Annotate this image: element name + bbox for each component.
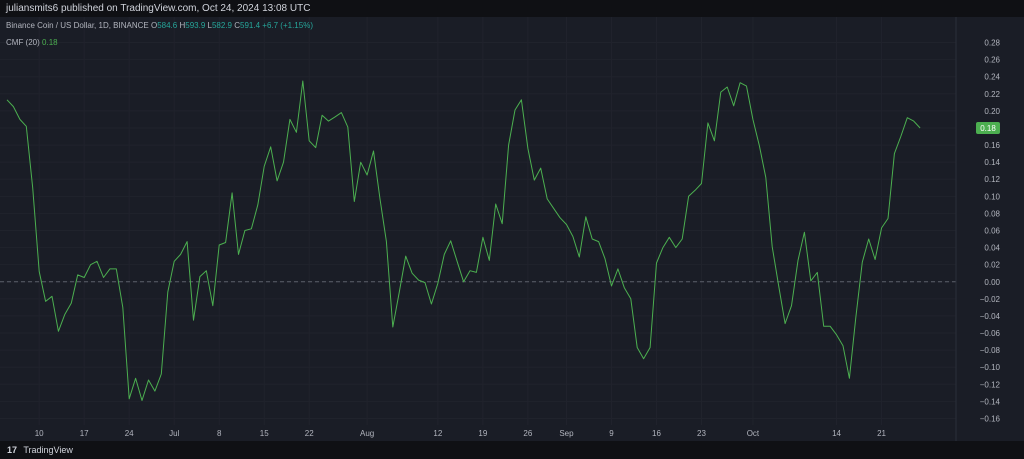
time-axis[interactable]: 10 17 24 Jul 8 15 22 Aug 12 19 26 Sep 9 16 23 Oct 14 21: [35, 429, 887, 438]
brand-name: TradingView: [23, 445, 73, 455]
x-tick-label: 12: [433, 429, 442, 438]
y-tick-label: 0.22: [984, 90, 1000, 99]
y-tick-label: 0.16: [984, 141, 1000, 150]
x-tick-label: 16: [652, 429, 661, 438]
y-tick-label: −0.08: [980, 346, 1001, 355]
indicator-legend[interactable]: CMF (20) 0.18: [6, 38, 58, 47]
low-value: 582.9: [211, 21, 232, 30]
x-tick-label: 10: [35, 429, 44, 438]
symbol-legend[interactable]: Binance Coin / US Dollar, 1D, BINANCE O5…: [6, 21, 313, 30]
x-tick-label: 9: [609, 429, 614, 438]
y-tick-label: 0.08: [984, 209, 1000, 218]
x-tick-label: Aug: [360, 429, 374, 438]
price-axis[interactable]: 0.28 0.26 0.24 0.22 0.20 0.18 0.16 0.14 0.12 0.10…: [980, 39, 1001, 424]
y-tick-label: 0.26: [984, 56, 1000, 65]
y-tick-label: −0.06: [980, 329, 1001, 338]
x-tick-label: 22: [305, 429, 314, 438]
high-value: 593.9: [185, 21, 206, 30]
x-tick-label: 23: [697, 429, 706, 438]
x-tick-label: 24: [125, 429, 134, 438]
cmf-chart[interactable]: 0.28 0.26 0.24 0.22 0.20 0.18 0.16 0.14 0.12 0.10…: [0, 17, 1024, 441]
publish-bar: juliansmits6 published on TradingView.co…: [0, 0, 1024, 17]
y-tick-label: −0.16: [980, 414, 1001, 423]
x-tick-label: Sep: [559, 429, 574, 438]
y-tick-label: −0.02: [980, 295, 1001, 304]
y-tick-label: −0.04: [980, 312, 1001, 321]
x-tick-label: 26: [523, 429, 532, 438]
footer: 17 TradingView: [0, 441, 1024, 459]
y-tick-label: 0.28: [984, 39, 1000, 48]
y-tick-label: 0.24: [984, 73, 1000, 82]
y-tick-label: 0.02: [984, 261, 1000, 270]
indicator-value: 0.18: [42, 38, 58, 47]
y-tick-label: −0.14: [980, 397, 1001, 406]
x-tick-label: 17: [80, 429, 89, 438]
last-value-badge: 0.18: [976, 121, 1000, 134]
y-tick-label: −0.12: [980, 380, 1001, 389]
x-tick-label: 19: [478, 429, 487, 438]
x-tick-label: 15: [260, 429, 269, 438]
last-value-badge-label: 0.18: [980, 124, 996, 133]
y-tick-label: 0.10: [984, 192, 1000, 201]
y-tick-label: 0.00: [984, 278, 1000, 287]
chart-area[interactable]: 0.28 0.26 0.24 0.22 0.20 0.18 0.16 0.14 0.12 0.10…: [0, 17, 1024, 441]
y-tick-label: 0.20: [984, 107, 1000, 116]
y-tick-label: 0.14: [984, 158, 1000, 167]
tradingview-logo-icon: 17: [7, 445, 18, 455]
x-tick-label: 8: [217, 429, 222, 438]
open-value: 584.6: [157, 21, 178, 30]
x-tick-label: Jul: [169, 429, 179, 438]
series-group: [6, 80, 921, 401]
y-tick-label: 0.12: [984, 175, 1000, 184]
x-tick-label: Oct: [747, 429, 760, 438]
x-tick-label: 21: [877, 429, 886, 438]
x-tick-label: 14: [832, 429, 841, 438]
indicator-name: CMF (20): [6, 38, 40, 47]
close-value: 591.4: [240, 21, 261, 30]
grid: [0, 17, 956, 425]
y-tick-label: 0.06: [984, 227, 1000, 236]
y-tick-label: −0.10: [980, 363, 1001, 372]
change-value: +6.7 (+1.15%): [262, 21, 313, 30]
publish-text: juliansmits6 published on TradingView.co…: [6, 3, 311, 14]
symbol-name: Binance Coin / US Dollar, 1D, BINANCE: [6, 21, 149, 30]
y-tick-label: 0.04: [984, 244, 1000, 253]
cmf-line: [6, 80, 921, 401]
